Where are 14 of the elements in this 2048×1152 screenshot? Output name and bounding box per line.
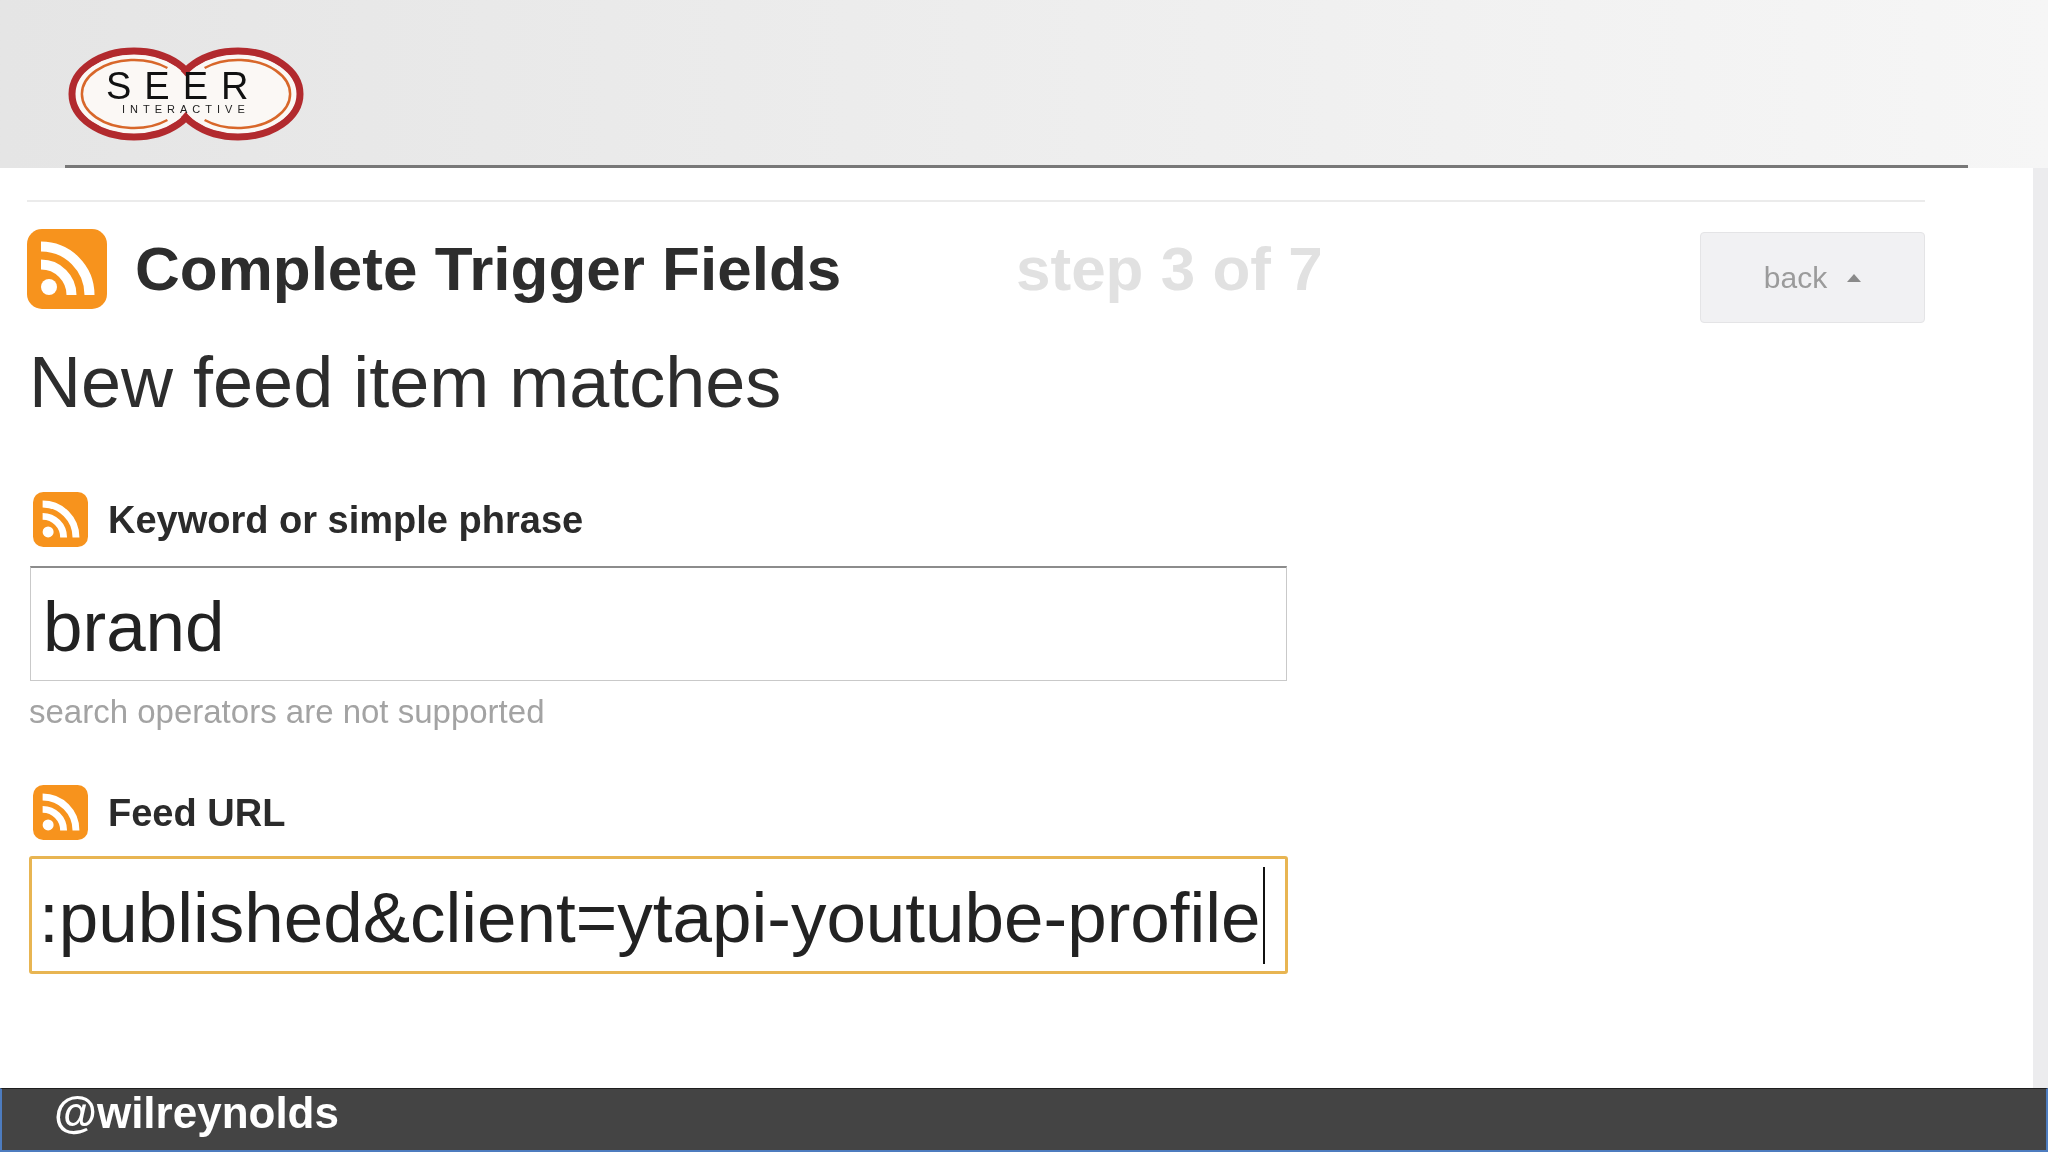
logo-wordmark: SEER: [106, 70, 262, 103]
trigger-name: New feed item matches: [29, 346, 782, 418]
rss-icon: [27, 229, 107, 309]
text-cursor-icon: [1262, 866, 1265, 964]
rss-icon: [33, 785, 88, 840]
field-label: Feed URL: [108, 793, 286, 832]
caret-up-icon: [1847, 273, 1862, 282]
input-field[interactable]: :published&client=ytapi-youtube-profile: [29, 856, 1288, 974]
logo-tagline: INTERACTIVE: [122, 104, 250, 115]
input-field[interactable]: brand: [30, 566, 1287, 681]
field-label: Keyword or simple phrase: [108, 500, 584, 539]
hint-text: search operators are not supported: [29, 695, 545, 728]
twitter-handle: @wilreynolds: [54, 1091, 339, 1135]
rss-icon: [33, 492, 88, 547]
